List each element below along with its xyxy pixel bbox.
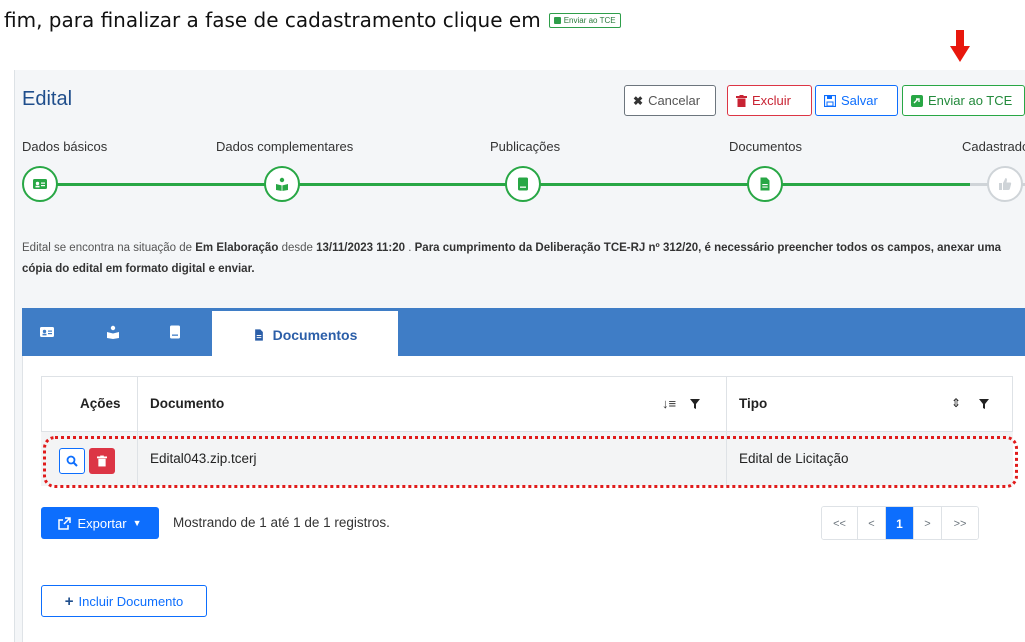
share-square-icon <box>911 94 923 107</box>
book-icon <box>518 177 528 191</box>
step-cadastrado[interactable] <box>987 166 1023 202</box>
sort-asc-icon[interactable]: ↓≡ <box>662 396 676 411</box>
filter-icon[interactable] <box>979 399 989 409</box>
tab-dados-basicos[interactable] <box>22 308 72 356</box>
trash-icon <box>736 94 747 107</box>
instruction-text: fim, para finalizar a fase de cadastrame… <box>4 8 541 32</box>
file-icon <box>254 328 263 341</box>
person-book-icon <box>107 325 119 339</box>
info-since: desde <box>281 242 313 254</box>
inline-send-button-image: Enviar ao TCE <box>548 12 621 28</box>
plus-icon: + <box>64 592 74 610</box>
add-document-label: Incluir Documento <box>78 593 184 609</box>
last-page-button[interactable]: >> <box>942 507 978 539</box>
send-to-tce-button[interactable]: Enviar ao TCE <box>902 85 1025 116</box>
first-page-button[interactable]: << <box>822 507 858 539</box>
cancel-button[interactable]: ✖ Cancelar <box>624 85 716 116</box>
tab-dados-complementares[interactable] <box>88 308 138 356</box>
step-label-dados-complementares: Dados complementares <box>216 139 354 154</box>
red-arrow-down-icon <box>950 30 970 62</box>
step-dados-complementares[interactable] <box>264 166 300 202</box>
delete-label: Excluir <box>752 93 792 108</box>
step-label-dados-basicos: Dados básicos <box>22 139 108 154</box>
send-icon <box>553 16 561 24</box>
save-button[interactable]: Salvar <box>815 85 898 116</box>
person-book-icon <box>276 177 288 191</box>
id-card-icon <box>40 327 54 337</box>
pagination: << < 1 > >> <box>821 506 979 540</box>
export-button[interactable]: Exportar ▼ <box>41 507 159 539</box>
filter-icon[interactable] <box>690 399 700 409</box>
thumbs-up-icon <box>999 178 1012 190</box>
col-header-acoes: Ações <box>80 376 121 432</box>
x-icon: ✖ <box>633 93 644 108</box>
delete-button[interactable]: Excluir <box>727 85 812 116</box>
info-prefix: Edital se encontra na situação de <box>22 242 193 254</box>
step-publicacoes[interactable] <box>505 166 541 202</box>
status-info: Edital se encontra na situação de Em Ela… <box>22 238 1025 280</box>
step-label-publicacoes: Publicações <box>490 139 561 154</box>
book-icon <box>170 325 180 339</box>
step-dados-basicos[interactable] <box>22 166 58 202</box>
status-date: 13/11/2023 11:20 <box>316 242 406 254</box>
cancel-label: Cancelar <box>648 93 701 108</box>
step-label-cadastrado: Cadastrado <box>962 139 1025 154</box>
external-link-icon <box>58 516 72 530</box>
records-info: Mostrando de 1 até 1 de 1 registros. <box>173 515 390 530</box>
sort-icon[interactable]: ⇕ <box>951 396 961 410</box>
col-header-documento[interactable]: Documento <box>150 376 225 432</box>
next-page-button[interactable]: > <box>914 507 942 539</box>
step-label-documentos: Documentos <box>729 139 802 154</box>
status-value: Em Elaboração <box>195 242 279 254</box>
highlight-dotted-border <box>43 436 1018 488</box>
save-label: Salvar <box>841 93 878 108</box>
export-label: Exportar <box>77 515 127 531</box>
id-card-icon <box>33 179 47 189</box>
col-header-tipo[interactable]: Tipo <box>739 376 768 432</box>
floppy-disk-icon <box>824 94 836 107</box>
page-title: Edital <box>22 88 73 110</box>
info-period: . <box>408 242 412 254</box>
caret-down-icon: ▼ <box>132 518 142 528</box>
send-label: Enviar ao TCE <box>928 93 1013 108</box>
page-button-current[interactable]: 1 <box>886 507 914 539</box>
step-documentos[interactable] <box>747 166 783 202</box>
prev-page-button[interactable]: < <box>858 507 886 539</box>
tab-publicacoes[interactable] <box>150 308 200 356</box>
tab-documentos-label: Documentos <box>272 326 358 343</box>
instruction-line: fim, para finalizar a fase de cadastrame… <box>4 8 621 32</box>
inline-send-label: Enviar ao TCE <box>563 15 616 25</box>
add-document-button[interactable]: + Incluir Documento <box>41 585 207 617</box>
file-icon <box>760 177 770 191</box>
tab-documentos[interactable]: Documentos <box>212 308 398 358</box>
